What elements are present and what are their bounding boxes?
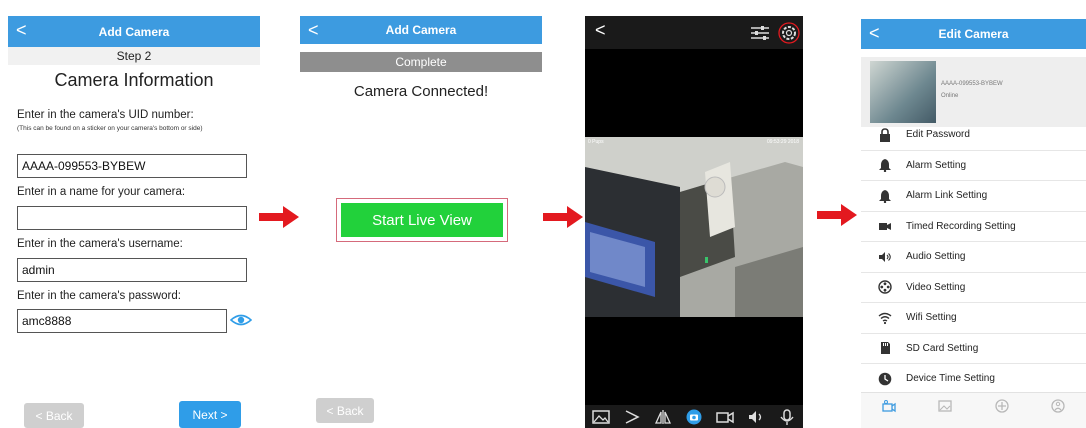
menu-item-edit-password[interactable]: Edit Password [861, 120, 1086, 151]
add-camera-complete-screen: < Add Camera Complete Camera Connected! … [300, 16, 542, 428]
next-button[interactable]: Next > [179, 401, 241, 428]
menu-item-label: Audio Setting [906, 251, 966, 263]
back-button[interactable]: < Back [316, 398, 374, 423]
menu-item-audio-setting[interactable]: Audio Setting [861, 242, 1086, 273]
arrow-right-icon [817, 204, 857, 226]
tab-camera[interactable] [882, 399, 896, 428]
sd-card-icon [881, 342, 890, 355]
back-chevron[interactable]: < [16, 19, 27, 41]
menu-item-label: Wifi Setting [906, 312, 957, 324]
menu-item-alarm-setting[interactable]: Alarm Setting [861, 151, 1086, 181]
photo-icon[interactable] [591, 409, 610, 425]
header-bar: < Edit Camera [861, 19, 1086, 49]
edit-camera-screen: < Edit Camera AAAA-099553-BYBEW Online E… [861, 19, 1086, 428]
settings-gear-icon[interactable] [777, 22, 801, 44]
menu-item-label: Video Setting [906, 281, 966, 293]
arrow-right-icon [259, 206, 299, 228]
record-icon[interactable] [716, 409, 734, 425]
header-title: Add Camera [385, 23, 457, 37]
info-tab-icon [1051, 399, 1065, 413]
snapshot-icon[interactable] [685, 409, 703, 425]
speaker-icon [879, 251, 891, 262]
clock-icon [878, 372, 892, 386]
tab-target[interactable] [994, 399, 1009, 428]
back-chevron[interactable]: < [308, 19, 319, 41]
bell-icon [879, 159, 891, 173]
connected-title: Camera Connected! [353, 83, 489, 100]
eye-icon[interactable] [230, 313, 252, 327]
film-reel-icon [878, 280, 892, 294]
back-chevron[interactable]: < [595, 20, 606, 41]
sliders-icon[interactable] [749, 24, 771, 42]
add-camera-step2-screen: < Add Camera Step 2 Camera Information E… [8, 16, 260, 428]
arrow-right-icon [543, 206, 583, 228]
live-view-screen: < 0 Pups 09:53:29 2018 [585, 16, 803, 428]
header-bar: < Add Camera [300, 16, 542, 44]
header-title: Edit Camera [938, 27, 1009, 41]
header-bar: < Add Camera [8, 16, 260, 47]
live-view-topbar: < [585, 16, 803, 49]
tab-info[interactable] [1051, 399, 1065, 428]
menu-item-label: Timed Recording Setting [906, 220, 1016, 232]
menu-item-label: Alarm Link Setting [906, 190, 988, 202]
username-label: Enter in the camera's username: [17, 238, 183, 250]
target-tab-icon [994, 399, 1009, 413]
osd-bitrate: 0 Pups [588, 139, 604, 145]
menu-item-label: Device Time Setting [906, 373, 995, 385]
menu-item-video-setting[interactable]: Video Setting [861, 273, 1086, 303]
back-chevron[interactable]: < [869, 22, 880, 44]
microphone-icon[interactable] [778, 408, 796, 425]
menu-item-label: Alarm Setting [906, 159, 967, 171]
camera-uid: AAAA-099553-BYBEW [941, 81, 1003, 87]
tab-images[interactable] [938, 399, 953, 428]
camera-status: Online [941, 93, 959, 99]
name-field[interactable] [17, 206, 247, 230]
osd-timestamp: 09:53:29 2018 [767, 139, 799, 145]
password-field[interactable]: amc8888 [17, 309, 227, 333]
uid-field[interactable]: AAAA-099553-BYBEW [17, 154, 247, 178]
menu-item-sd-card-setting[interactable]: SD Card Setting [861, 334, 1086, 364]
menu-item-wifi-setting[interactable]: Wifi Setting [861, 303, 1086, 334]
live-view-highlight: Start Live View [336, 198, 508, 242]
uid-note: (This can be found on a sticker on your … [17, 125, 203, 132]
video-camera-icon [879, 223, 891, 231]
play-icon[interactable] [623, 409, 641, 425]
video-frame-image [585, 137, 803, 317]
settings-menu: Edit Password Alarm Setting Alarm Link S… [861, 120, 1086, 395]
bell-icon [879, 189, 891, 203]
wifi-icon [878, 312, 892, 324]
camera-summary[interactable]: AAAA-099553-BYBEW Online [861, 57, 1086, 127]
header-title: Add Camera [98, 24, 170, 39]
bottom-tab-bar [861, 392, 1086, 428]
menu-item-timed-recording-setting[interactable]: Timed Recording Setting [861, 212, 1086, 242]
username-field[interactable]: admin [17, 258, 247, 282]
live-view-toolbar [585, 405, 803, 428]
menu-item-alarm-link-setting[interactable]: Alarm Link Setting [861, 181, 1086, 212]
start-live-view-button[interactable]: Start Live View [341, 203, 503, 237]
back-button[interactable]: < Back [24, 403, 84, 428]
page-title: Camera Information [54, 70, 214, 90]
password-label: Enter in the camera's password: [17, 290, 181, 302]
menu-item-device-time-setting[interactable]: Device Time Setting [861, 364, 1086, 395]
camera-thumbnail [870, 61, 936, 123]
camera-video-feed[interactable]: 0 Pups 09:53:29 2018 [585, 137, 803, 317]
speaker-icon[interactable] [747, 409, 765, 425]
mirror-icon[interactable] [654, 409, 672, 425]
lock-icon [880, 127, 890, 142]
complete-banner: Complete [300, 52, 542, 72]
camera-tab-icon [882, 400, 896, 413]
step-indicator: Step 2 [8, 47, 260, 65]
tutorial-strip: < Add Camera Step 2 Camera Information E… [0, 0, 1086, 428]
uid-label: Enter in the camera's UID number: [17, 109, 194, 121]
menu-item-label: Edit Password [906, 129, 970, 141]
image-tab-icon [938, 400, 953, 412]
name-label: Enter in a name for your camera: [17, 186, 186, 198]
menu-item-label: SD Card Setting [906, 342, 979, 354]
